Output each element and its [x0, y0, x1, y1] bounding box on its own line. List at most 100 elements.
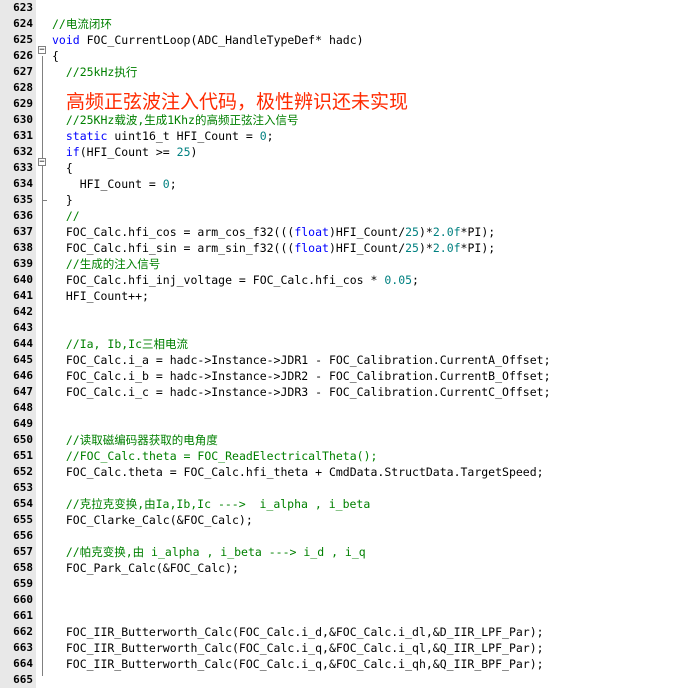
code-text: void FOC_CurrentLoop(ADC_HandleTypeDef* …: [52, 33, 364, 47]
code-text: //帕克变换,由 i_alpha , i_beta ---> i_d , i_q: [65, 545, 366, 559]
code-text: HFI_Count = 0;: [52, 177, 177, 191]
code-text: //Ia, Ib,Ic三相电流: [65, 337, 189, 351]
code-text: //25KHz载波,生成1Khz的高频正弦注入信号: [65, 113, 299, 127]
code-line[interactable]: 656: [0, 528, 699, 544]
code-text: }: [52, 193, 73, 207]
code-line[interactable]: 653: [0, 480, 699, 496]
line-number: 641: [13, 289, 33, 302]
line-number: 643: [13, 321, 33, 334]
code-line[interactable]: 652 FOC_Calc.theta = FOC_Calc.hfi_theta …: [0, 464, 699, 480]
code-text: //克拉克变换,由Ia,Ib,Ic ---> i_alpha , i_beta: [65, 497, 371, 511]
code-line[interactable]: 634 HFI_Count = 0;: [0, 176, 699, 192]
line-number: 630: [13, 113, 33, 126]
line-number: 657: [13, 545, 33, 558]
code-line[interactable]: 641 HFI_Count++;: [0, 288, 699, 304]
code-text: FOC_Calc.hfi_cos = arm_cos_f32(((float)H…: [52, 225, 496, 239]
code-line[interactable]: 625 void FOC_CurrentLoop(ADC_HandleTypeDe…: [0, 32, 699, 48]
line-number: 653: [13, 481, 33, 494]
code-line[interactable]: 636 //: [0, 208, 699, 224]
code-line[interactable]: 632 if(HFI_Count >= 25): [0, 144, 699, 160]
line-number: 646: [13, 369, 33, 382]
code-text: //电流闭环: [52, 17, 112, 31]
code-line[interactable]: 631 static uint16_t HFI_Count = 0;: [0, 128, 699, 144]
line-number: 642: [13, 305, 33, 318]
code-line[interactable]: 644 //Ia, Ib,Ic三相电流: [0, 336, 699, 352]
line-number: 655: [13, 513, 33, 526]
line-number: 634: [13, 177, 33, 190]
code-text: {: [52, 49, 59, 63]
code-text: {: [52, 161, 73, 175]
line-number: 661: [13, 609, 33, 622]
line-number: 626: [13, 49, 33, 62]
code-line[interactable]: 646 FOC_Calc.i_b = hadc->Instance->JDR2 …: [0, 368, 699, 384]
line-number: 659: [13, 577, 33, 590]
code-line[interactable]: 637 FOC_Calc.hfi_cos = arm_cos_f32(((flo…: [0, 224, 699, 240]
code-line[interactable]: 651 //FOC_Calc.theta = FOC_ReadElectrica…: [0, 448, 699, 464]
code-line[interactable]: 627 //25kHz执行: [0, 64, 699, 80]
code-text: //生成的注入信号: [65, 257, 161, 271]
code-line[interactable]: 657 //帕克变换,由 i_alpha , i_beta ---> i_d ,…: [0, 544, 699, 560]
code-text: HFI_Count++;: [52, 289, 149, 303]
line-number: 629: [13, 97, 33, 110]
code-line[interactable]: 649: [0, 416, 699, 432]
code-line[interactable]: 633 {: [0, 160, 699, 176]
code-text: //FOC_Calc.theta = FOC_ReadElectricalThe…: [65, 449, 378, 463]
code-line[interactable]: 647 FOC_Calc.i_c = hadc->Instance->JDR3 …: [0, 384, 699, 400]
code-editor[interactable]: − − 623 624//电流闭环 625 void FOC_CurrentLoop(…: [0, 0, 699, 688]
code-lines: 623 624 //电流闭环 625 void FOC_CurrentLoop(ADC_…: [0, 0, 699, 688]
code-line[interactable]: 648: [0, 400, 699, 416]
line-number: 650: [13, 433, 33, 446]
code-line[interactable]: 654 //克拉克变换,由Ia,Ib,Ic ---> i_alpha , i_b…: [0, 496, 699, 512]
line-number: 665: [13, 673, 33, 686]
code-line[interactable]: 665: [0, 672, 699, 688]
line-number: 637: [13, 225, 33, 238]
code-line[interactable]: 630 //25KHz载波,生成1Khz的高频正弦注入信号: [0, 112, 699, 128]
code-line[interactable]: 640 FOC_Calc.hfi_inj_voltage = FOC_Calc.…: [0, 272, 699, 288]
code-line[interactable]: 639 //生成的注入信号: [0, 256, 699, 272]
code-text: FOC_Calc.i_c = hadc->Instance->JDR3 - FO…: [52, 385, 551, 399]
line-number: 644: [13, 337, 33, 350]
code-line[interactable]: 629 高频正弦波注入代码，极性辨识还未实现: [0, 93, 699, 112]
line-number: 632: [13, 145, 33, 158]
code-text: FOC_Calc.i_b = hadc->Instance->JDR2 - FO…: [52, 369, 551, 383]
code-line[interactable]: 664 FOC_IIR_Butterworth_Calc(FOC_Calc.i_…: [0, 656, 699, 672]
code-text: FOC_Calc.hfi_sin = arm_sin_f32(((float)H…: [52, 241, 496, 255]
line-number: 640: [13, 273, 33, 286]
code-line[interactable]: 655 FOC_Clarke_Calc(&FOC_Calc);: [0, 512, 699, 528]
code-line[interactable]: 624 //电流闭环: [0, 16, 699, 32]
line-number: 649: [13, 417, 33, 430]
code-line[interactable]: 661: [0, 608, 699, 624]
line-number: 664: [13, 657, 33, 670]
code-line[interactable]: 635 }: [0, 192, 699, 208]
code-text: //25kHz执行: [65, 65, 138, 79]
code-text: static uint16_t HFI_Count = 0;: [65, 129, 274, 143]
code-line[interactable]: 658 FOC_Park_Calc(&FOC_Calc);: [0, 560, 699, 576]
line-number: 662: [13, 625, 33, 638]
line-number: 631: [13, 129, 33, 142]
line-number: 624: [13, 17, 33, 30]
code-line[interactable]: 643: [0, 320, 699, 336]
code-text: if(HFI_Count >= 25): [65, 145, 198, 159]
code-line[interactable]: 626 {: [0, 48, 699, 64]
line-number: 635: [13, 193, 33, 206]
line-number: 656: [13, 529, 33, 542]
code-text: FOC_Calc.i_a = hadc->Instance->JDR1 - FO…: [52, 353, 551, 367]
line-number: 647: [13, 385, 33, 398]
code-line[interactable]: 642: [0, 304, 699, 320]
line-number: 638: [13, 241, 33, 254]
line-number: 651: [13, 449, 33, 462]
code-line[interactable]: 645 FOC_Calc.i_a = hadc->Instance->JDR1 …: [0, 352, 699, 368]
line-number: 636: [13, 209, 33, 222]
code-line[interactable]: 662 FOC_IIR_Butterworth_Calc(FOC_Calc.i_…: [0, 624, 699, 640]
code-line[interactable]: 659: [0, 576, 699, 592]
line-number: 625: [13, 33, 33, 46]
code-line[interactable]: 663 FOC_IIR_Butterworth_Calc(FOC_Calc.i_…: [0, 640, 699, 656]
line-number: 652: [13, 465, 33, 478]
line-number: 633: [13, 161, 33, 174]
line-number: 660: [13, 593, 33, 606]
code-line[interactable]: 650 //读取磁编码器获取的电角度: [0, 432, 699, 448]
code-line[interactable]: 660: [0, 592, 699, 608]
code-line[interactable]: 623: [0, 0, 699, 16]
line-number: 623: [13, 1, 33, 14]
code-line[interactable]: 638 FOC_Calc.hfi_sin = arm_sin_f32(((flo…: [0, 240, 699, 256]
